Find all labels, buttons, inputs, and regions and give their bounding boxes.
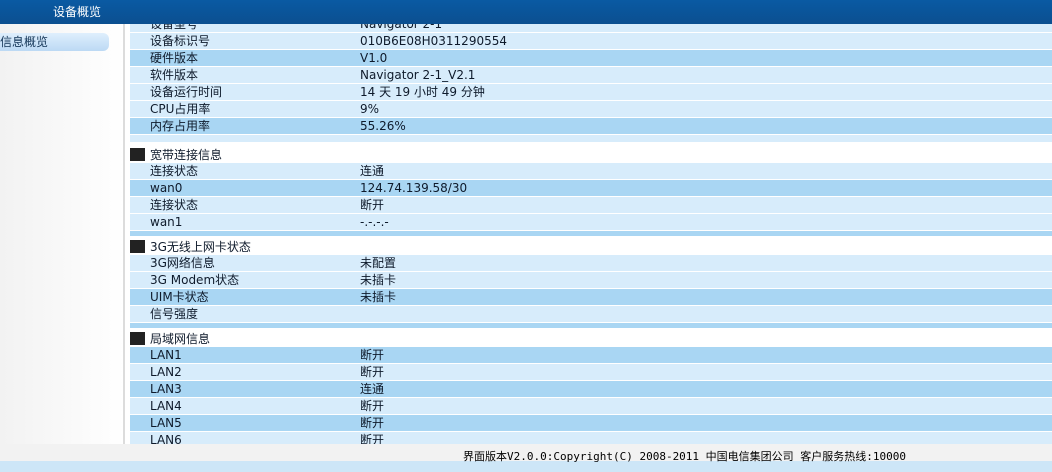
section-title: 3G无线上网卡状态	[150, 240, 251, 254]
table-row: 内存占用率 55.26%	[130, 118, 1052, 135]
section-title: 局域网信息	[150, 332, 211, 346]
row-value: 14 天 19 小时 49 分钟	[360, 85, 485, 99]
sidebar-item-label: 信息概览	[0, 35, 49, 49]
section-square-icon	[130, 332, 145, 345]
row-value: -.-.-.-	[360, 215, 389, 229]
row-value: 010B6E08H0311290554	[360, 34, 507, 48]
row-label: LAN2	[150, 365, 182, 379]
wireless3g-table: 3G网络信息 未配置 3G Modem状态 未插卡 UIM卡状态 未插卡 信号强…	[130, 255, 1052, 329]
row-label: 软件版本	[150, 68, 199, 82]
table-row: 硬件版本 V1.0	[130, 50, 1052, 67]
table-row: 3G网络信息 未配置	[130, 255, 1052, 272]
row-label: CPU占用率	[150, 102, 211, 116]
table-row: 连接状态 连通	[130, 163, 1052, 180]
table-row: 设备运行时间 14 天 19 小时 49 分钟	[130, 84, 1052, 101]
table-row: LAN3 连通	[130, 381, 1052, 398]
row-label: wan1	[150, 215, 183, 229]
row-value: 9%	[360, 102, 380, 116]
table-row: wan0 124.74.139.58/30	[130, 180, 1052, 197]
lan-table: LAN1 断开 LAN2 断开 LAN3 连通 LAN4 断开 LAN5 断开 …	[130, 347, 1052, 444]
device-info-table: 设备型号 Navigator 2-1 设备标识号 010B6E08H031129…	[130, 24, 1052, 143]
row-label: 设备型号	[150, 24, 199, 31]
section-square-icon	[130, 240, 145, 253]
table-row: 设备型号 Navigator 2-1	[130, 24, 1052, 33]
section-header-3g: 3G无线上网卡状态	[130, 237, 1052, 255]
row-label: 内存占用率	[150, 119, 211, 133]
row-label: LAN5	[150, 416, 182, 430]
footer: 界面版本V2.0.0:Copyright(C) 2008-2011 中国电信集团…	[0, 444, 1052, 472]
row-value: 未插卡	[360, 273, 397, 287]
row-label: 硬件版本	[150, 51, 199, 65]
table-row-spacer	[130, 135, 1052, 143]
table-row: wan1 -.-.-.-	[130, 214, 1052, 231]
row-value: 断开	[360, 348, 385, 362]
row-value: 断开	[360, 399, 385, 413]
row-value: 124.74.139.58/30	[360, 181, 468, 195]
row-label: 3G网络信息	[150, 256, 215, 270]
top-header-bar: 设备概览	[0, 0, 1052, 24]
section-square-icon	[130, 148, 145, 161]
table-row: UIM卡状态 未插卡	[130, 289, 1052, 306]
table-row: CPU占用率 9%	[130, 101, 1052, 118]
row-value: 断开	[360, 365, 385, 379]
table-row: 设备标识号 010B6E08H0311290554	[130, 33, 1052, 50]
row-value: 断开	[360, 433, 385, 444]
sidebar-item-info-overview[interactable]: 信息概览	[0, 33, 109, 51]
row-value: 断开	[360, 416, 385, 430]
table-row: 连接状态 断开	[130, 197, 1052, 214]
page-title: 设备概览	[53, 5, 102, 19]
table-row: LAN1 断开	[130, 347, 1052, 364]
row-label: 设备运行时间	[150, 85, 223, 99]
row-value: 连通	[360, 164, 385, 178]
row-label: 设备标识号	[150, 34, 211, 48]
row-label: 连接状态	[150, 164, 199, 178]
row-label: 信号强度	[150, 307, 199, 321]
row-value: V1.0	[360, 51, 388, 65]
row-value: 未插卡	[360, 290, 397, 304]
section-header-lan: 局域网信息	[130, 329, 1052, 347]
table-row: LAN2 断开	[130, 364, 1052, 381]
sidebar: 信息概览	[0, 24, 125, 444]
row-value: Navigator 2-1_V2.1	[360, 68, 476, 82]
row-label: LAN6	[150, 433, 182, 444]
row-value: 55.26%	[360, 119, 406, 133]
row-value: 连通	[360, 382, 385, 396]
main-content: 设备型号 Navigator 2-1 设备标识号 010B6E08H031129…	[130, 24, 1052, 444]
table-row: 软件版本 Navigator 2-1_V2.1	[130, 67, 1052, 84]
row-label: LAN1	[150, 348, 182, 362]
table-row: 3G Modem状态 未插卡	[130, 272, 1052, 289]
sidebar-divider	[123, 24, 125, 444]
row-label: UIM卡状态	[150, 290, 209, 304]
row-label: LAN3	[150, 382, 182, 396]
table-row: LAN4 断开	[130, 398, 1052, 415]
row-label: wan0	[150, 181, 183, 195]
row-value: Navigator 2-1	[360, 24, 443, 31]
row-label: 连接状态	[150, 198, 199, 212]
row-value: 未配置	[360, 256, 397, 270]
copyright-text: 界面版本V2.0.0:Copyright(C) 2008-2011 中国电信集团…	[463, 450, 907, 463]
table-row: LAN5 断开	[130, 415, 1052, 432]
row-value: 断开	[360, 198, 385, 212]
section-title: 宽带连接信息	[150, 148, 223, 162]
broadband-table: 连接状态 连通 wan0 124.74.139.58/30 连接状态 断开 wa…	[130, 163, 1052, 237]
row-label: LAN4	[150, 399, 182, 413]
table-row: 信号强度	[130, 306, 1052, 323]
section-header-broadband: 宽带连接信息	[130, 145, 1052, 163]
row-label: 3G Modem状态	[150, 273, 240, 287]
table-row: LAN6 断开	[130, 432, 1052, 444]
